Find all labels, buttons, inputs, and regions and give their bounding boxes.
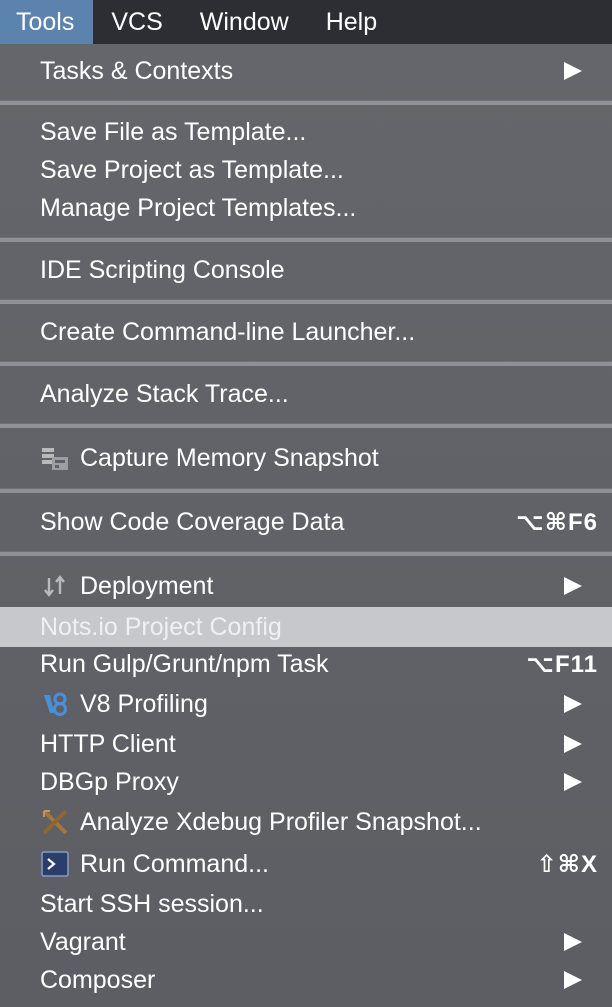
menubar-window[interactable]: Window [182, 0, 308, 44]
menu-item-http-client[interactable]: HTTP Client [0, 725, 612, 763]
menu-item-v8-profiling[interactable]: V8 Profiling [0, 685, 612, 723]
menu-separator [0, 361, 612, 366]
tools-menu: Tasks & Contexts Save File as Template..… [0, 44, 612, 1007]
menu-item-ide-scripting-console[interactable]: IDE Scripting Console [0, 251, 612, 289]
menu-item-label: V8 Profiling [80, 689, 208, 718]
menu-item-label: Vagrant [40, 927, 126, 956]
menubar-vcs[interactable]: VCS [93, 0, 181, 44]
menu-item-label: Deployment [80, 571, 214, 600]
menu-separator [0, 423, 612, 428]
menu-item-analyze-stack-trace[interactable]: Analyze Stack Trace... [0, 375, 612, 413]
shortcut-label: ⇧⌘X [536, 850, 598, 878]
menu-item-label: Save Project as Template... [40, 155, 344, 184]
menu-item-label: Capture Memory Snapshot [80, 443, 379, 472]
menu-item-deployment[interactable]: Deployment [0, 567, 612, 605]
submenu-arrow-icon [564, 735, 582, 753]
menu-item-show-code-coverage[interactable]: Show Code Coverage Data ⌥⌘F6 [0, 503, 612, 541]
submenu-arrow-icon [564, 695, 582, 713]
submenu-arrow-icon [564, 971, 582, 989]
submenu-arrow-icon [564, 933, 582, 951]
menu-item-capture-memory-snapshot[interactable]: Capture Memory Snapshot [0, 439, 612, 477]
submenu-arrow-icon [564, 773, 582, 791]
menubar-tools[interactable]: Tools [0, 0, 94, 44]
memory-snapshot-icon [38, 441, 72, 475]
menu-item-label: Manage Project Templates... [40, 193, 357, 222]
menu-item-dbgp-proxy[interactable]: DBGp Proxy [0, 763, 612, 801]
menu-item-create-launcher[interactable]: Create Command-line Launcher... [0, 313, 612, 351]
menu-item-label: Run Command... [80, 849, 269, 878]
menu-item-label: Composer [40, 965, 156, 994]
menu-item-label: Show Code Coverage Data [40, 507, 345, 536]
menu-item-vagrant[interactable]: Vagrant [0, 923, 612, 961]
menu-item-label: Run Gulp/Grunt/npm Task [40, 649, 329, 678]
terminal-icon [38, 847, 72, 881]
menu-separator [0, 237, 612, 242]
menu-item-label: Nots.io Project Config [40, 612, 282, 641]
menu-separator [0, 488, 612, 493]
xdebug-icon [38, 805, 72, 839]
menu-item-notsio-project-config[interactable]: Nots.io Project Config [0, 607, 612, 647]
menubar-help[interactable]: Help [308, 0, 396, 44]
menu-separator [0, 100, 612, 105]
menu-item-label: Tasks & Contexts [40, 56, 234, 85]
menu-item-analyze-xdebug[interactable]: Analyze Xdebug Profiler Snapshot... [0, 803, 612, 841]
menu-item-label: Analyze Xdebug Profiler Snapshot... [80, 807, 482, 836]
menu-item-label: Save File as Template... [40, 117, 307, 146]
menu-item-save-file-template[interactable]: Save File as Template... [0, 113, 612, 151]
menu-item-composer[interactable]: Composer [0, 961, 612, 999]
deployment-arrows-icon [38, 569, 72, 603]
shortcut-label: ⌥⌘F6 [516, 508, 598, 536]
menu-separator [0, 551, 612, 556]
menu-item-label: HTTP Client [40, 729, 176, 758]
menu-item-label: IDE Scripting Console [40, 255, 285, 284]
menu-item-start-ssh-session[interactable]: Start SSH session... [0, 885, 612, 923]
menu-item-run-gulp-task[interactable]: Run Gulp/Grunt/npm Task ⌥F11 [0, 645, 612, 683]
menu-item-tasks-contexts[interactable]: Tasks & Contexts [0, 52, 612, 90]
submenu-arrow-icon [564, 62, 582, 80]
menu-item-label: Start SSH session... [40, 889, 264, 918]
menu-item-run-command[interactable]: Run Command... ⇧⌘X [0, 845, 612, 883]
v8-icon [38, 687, 72, 721]
menu-item-manage-project-templates[interactable]: Manage Project Templates... [0, 189, 612, 227]
shortcut-label: ⌥F11 [526, 650, 598, 678]
menu-item-label: Analyze Stack Trace... [40, 379, 289, 408]
menu-bar: Tools VCS Window Help [0, 0, 612, 44]
submenu-arrow-icon [564, 577, 582, 595]
menu-separator [0, 299, 612, 304]
menu-item-save-project-template[interactable]: Save Project as Template... [0, 151, 612, 189]
menu-item-label: Create Command-line Launcher... [40, 317, 416, 346]
menu-item-label: DBGp Proxy [40, 767, 179, 796]
